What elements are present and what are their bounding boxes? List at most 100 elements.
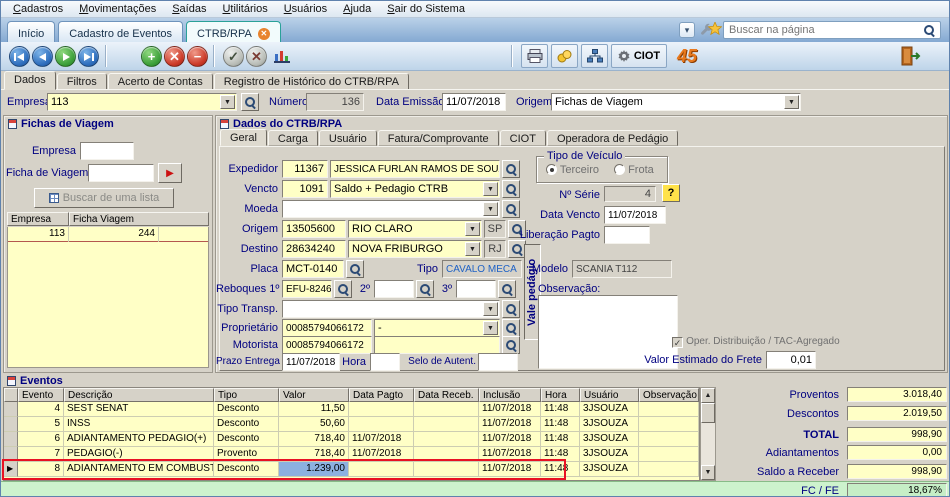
cell-inclusao[interactable]: 11/07/2018 (479, 462, 541, 477)
reboque3-lookup-button[interactable] (498, 280, 516, 298)
cell-evento[interactable]: 7 (18, 447, 64, 462)
valor-estimado-field[interactable]: 0,01 (766, 351, 816, 369)
prazo-entrega-field[interactable]: 11/07/2018 (282, 353, 340, 371)
proprietario-lookup-button[interactable] (502, 319, 520, 337)
scroll-up-button[interactable]: ▲ (701, 388, 715, 403)
column-header-tipo[interactable]: Tipo (214, 388, 279, 402)
reboque2-lookup-button[interactable] (416, 280, 434, 298)
menu-cadastros[interactable]: Cadastros (5, 2, 71, 16)
cell-valor[interactable]: 718,40 (279, 447, 349, 462)
scrollbar-thumb[interactable] (701, 403, 715, 423)
cell-usuario[interactable]: 3JSOUZA (580, 462, 639, 477)
cell-descricao[interactable]: INSS (64, 417, 214, 432)
proprietario-combo[interactable]: - ▼ (374, 319, 500, 337)
cell-hora[interactable]: 11:48 (541, 402, 580, 417)
table-row[interactable]: 5 INSS Desconto 50,60 11/07/2018 11:48 3… (4, 417, 699, 432)
column-header-descricao[interactable]: Descrição (64, 388, 214, 402)
cell-data-pagto[interactable]: 11/07/2018 (349, 432, 414, 447)
empresa-combo[interactable]: 113 ▼ (47, 93, 237, 111)
print-button[interactable] (521, 44, 548, 68)
oper-distribuicao-checkbox[interactable]: ✓ Oper. Distribuição / TAC-Agregado (672, 335, 840, 348)
expedidor-name-field[interactable]: JESSICA FURLAN RAMOS DE SOUZA (330, 160, 500, 178)
dropdown-arrow-icon[interactable]: ▼ (483, 202, 498, 216)
origem-code-field[interactable]: 13505600 (282, 220, 346, 238)
destino-city-combo[interactable]: NOVA FRIBURGO ▼ (348, 240, 482, 258)
dropdown-arrow-icon[interactable]: ▼ (465, 242, 480, 256)
liberacao-pagto-field[interactable] (604, 226, 650, 244)
fichas-empresa-field[interactable] (80, 142, 134, 160)
menu-ajuda[interactable]: Ajuda (335, 2, 379, 16)
cell-descricao[interactable]: ADIANTAMENTO EM COMBUST (64, 462, 214, 477)
column-header-observacao[interactable]: Observação (639, 388, 699, 402)
table-row[interactable]: 4 SEST SENAT Desconto 11,50 11/07/2018 1… (4, 402, 699, 417)
motorista-lookup-button[interactable] (502, 336, 520, 354)
scroll-down-button[interactable]: ▼ (701, 465, 715, 480)
cell-data-receb[interactable] (414, 417, 479, 432)
vencto-code-field[interactable]: 1091 (282, 180, 328, 198)
empresa-lookup-button[interactable] (241, 93, 259, 111)
menu-sair-do-sistema[interactable]: Sair do Sistema (379, 2, 473, 16)
tab-acerto-de-contas[interactable]: Acerto de Contas (108, 73, 213, 90)
tab-carga[interactable]: Carga (268, 130, 318, 146)
tab-dados[interactable]: Dados (4, 71, 56, 90)
cell-valor[interactable]: 11,50 (279, 402, 349, 417)
cell-data-receb[interactable] (414, 432, 479, 447)
star-icon[interactable] (708, 22, 722, 38)
cell-data-receb[interactable] (414, 462, 479, 477)
tab-inicio[interactable]: Início (7, 21, 55, 42)
add-record-button[interactable]: + (141, 46, 162, 67)
cell-usuario[interactable]: 3JSOUZA (580, 432, 639, 447)
cell-hora[interactable]: 11:48 (541, 417, 580, 432)
menu-saidas[interactable]: Saídas (164, 2, 214, 16)
cell-valor[interactable]: 718,40 (279, 432, 349, 447)
selo-autent-field[interactable] (478, 353, 518, 371)
delete-record-button[interactable]: − (187, 46, 208, 67)
cell-data-pagto[interactable] (349, 462, 414, 477)
cell-data-pagto[interactable]: 11/07/2018 (349, 447, 414, 462)
column-header-evento[interactable]: Evento (18, 388, 64, 402)
origem-city-combo[interactable]: RIO CLARO ▼ (348, 220, 482, 238)
destino-code-field[interactable]: 28634240 (282, 240, 346, 258)
cell-inclusao[interactable]: 11/07/2018 (479, 447, 541, 462)
cell-hora[interactable]: 11:48 (541, 462, 580, 477)
dropdown-arrow-icon[interactable]: ▼ (483, 182, 498, 196)
cell-empresa[interactable]: 113 (8, 227, 69, 242)
cell-hora[interactable]: 11:48 (541, 447, 580, 462)
vencto-combo[interactable]: Saldo + Pedagio CTRB ▼ (330, 180, 500, 198)
cell-observacao[interactable] (639, 417, 699, 432)
tipo-transp-combo[interactable]: ▼ (282, 300, 500, 318)
data-vencto-field[interactable]: 11/07/2018 (604, 206, 666, 224)
motorista-name-field[interactable] (374, 336, 500, 354)
cell-observacao[interactable] (639, 432, 699, 447)
moeda-lookup-button[interactable] (502, 200, 520, 218)
tab-ciot[interactable]: CIOT (500, 130, 546, 146)
radio-frota[interactable]: Frota (614, 164, 654, 176)
cell-observacao[interactable] (639, 462, 699, 477)
expedidor-code-field[interactable]: 11367 (282, 160, 328, 178)
menu-movimentacoes[interactable]: Movimentações (71, 2, 164, 16)
column-header-usuario[interactable]: Usuário (580, 388, 639, 402)
nav-first-button[interactable] (9, 46, 30, 67)
expedidor-lookup-button[interactable] (502, 160, 520, 178)
cancel-record-button[interactable]: ✕ (164, 46, 185, 67)
cell-tipo[interactable]: Desconto (214, 432, 279, 447)
payments-button[interactable] (551, 44, 578, 68)
menu-utilitarios[interactable]: Utilitários (214, 2, 275, 16)
chart-icon[interactable] (273, 48, 291, 67)
tab-fatura-comprovante[interactable]: Fatura/Comprovante (378, 130, 499, 146)
cell-valor-selected[interactable]: 1.239,00 (279, 462, 349, 477)
nav-next-button[interactable] (55, 46, 76, 67)
reboque3-field[interactable] (456, 280, 496, 298)
dropdown-arrow-icon[interactable]: ▼ (784, 95, 799, 109)
eventos-grid-scrollbar[interactable]: ▲ ▼ (700, 387, 716, 481)
cell-inclusao[interactable]: 11/07/2018 (479, 432, 541, 447)
cell-tipo[interactable]: Desconto (214, 462, 279, 477)
discard-button[interactable]: ✕ (246, 46, 267, 67)
column-header-empresa[interactable]: Empresa (7, 212, 69, 226)
import-ficha-button[interactable]: ▶ (158, 163, 182, 183)
nav-previous-button[interactable] (32, 46, 53, 67)
cell-observacao[interactable] (639, 402, 699, 417)
cell-ficha-viagem[interactable]: 244 (69, 227, 159, 242)
table-row[interactable]: 113 244 (8, 227, 208, 242)
moeda-combo[interactable]: ▼ (282, 200, 500, 218)
